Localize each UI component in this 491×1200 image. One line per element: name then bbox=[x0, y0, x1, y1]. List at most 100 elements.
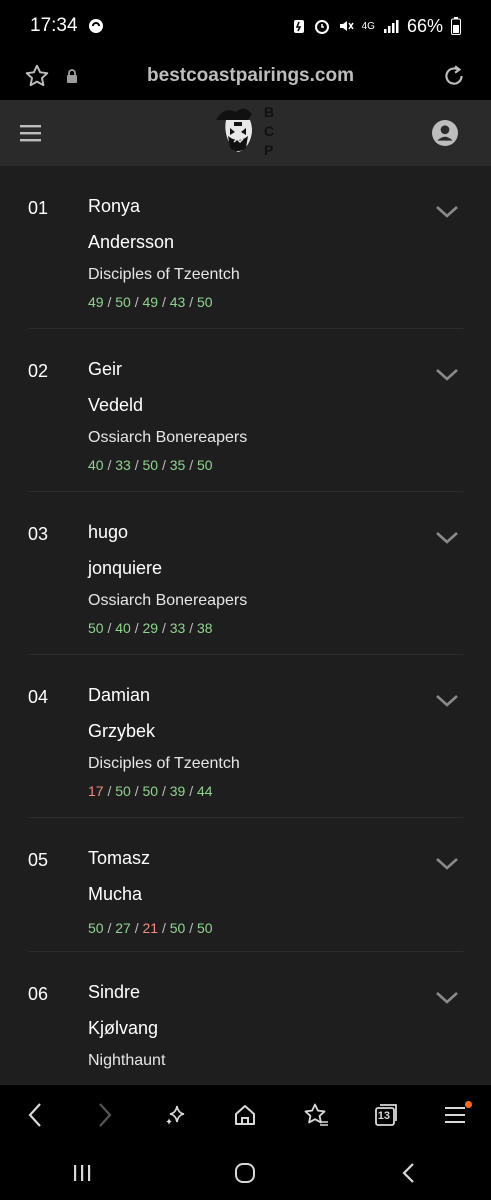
player-round-scores: 40 / 33 / 50 / 35 / 50 bbox=[88, 457, 213, 473]
round-score: 50 bbox=[115, 783, 131, 799]
round-score: 33 bbox=[169, 620, 186, 636]
round-score: 43 bbox=[169, 294, 186, 310]
player-first-name: Tomasz bbox=[88, 848, 151, 868]
player-round-scores: 17 / 50 / 50 / 39 / 44 bbox=[88, 783, 213, 799]
player-rank: 01 bbox=[28, 198, 49, 218]
network-type: 4G bbox=[361, 20, 375, 32]
round-score: 44 bbox=[197, 783, 213, 799]
round-score: 29 bbox=[142, 620, 159, 636]
recent-apps-button[interactable] bbox=[62, 1153, 102, 1193]
player-standings-list: 01 Ronya Andersson Disciples of Tzeentch 49 … bbox=[0, 166, 491, 1085]
url-text[interactable]: bestcoastpairings.com bbox=[80, 65, 441, 87]
chevron-right-icon bbox=[99, 1103, 112, 1127]
round-score: 39 bbox=[169, 783, 186, 799]
address-bar: bestcoastpairings.com bbox=[0, 52, 491, 100]
menu-lines-icon bbox=[444, 1107, 465, 1123]
tab-count: 13 bbox=[377, 1110, 391, 1122]
battery-saver-icon bbox=[293, 20, 304, 33]
status-bar: 17:34 4G 66% bbox=[0, 0, 491, 52]
player-round-scores: 50 / 40 / 29 / 33 / 38 bbox=[88, 620, 213, 636]
battery-icon bbox=[451, 17, 461, 35]
round-score: 27 bbox=[115, 920, 131, 936]
round-score: 40 bbox=[88, 457, 104, 473]
system-nav-bar bbox=[0, 1145, 491, 1200]
player-last-name: Vedeld bbox=[88, 395, 144, 415]
tabs-button[interactable]: 13 bbox=[366, 1095, 406, 1135]
player-rank: 04 bbox=[28, 687, 49, 707]
player-first-name: Sindre bbox=[88, 982, 141, 1002]
logo-letter-b: B bbox=[264, 104, 274, 120]
chevron-left-icon bbox=[28, 1103, 41, 1127]
reload-icon[interactable] bbox=[441, 63, 467, 89]
bookmarks-button[interactable] bbox=[296, 1095, 336, 1135]
player-first-name: Geir bbox=[88, 359, 123, 379]
player-last-name: jonquiere bbox=[88, 558, 163, 578]
bcp-logo[interactable]: B C P bbox=[212, 102, 276, 162]
round-score: 50 bbox=[197, 294, 213, 310]
back-button[interactable] bbox=[15, 1095, 55, 1135]
app-header: B C P bbox=[0, 100, 491, 166]
round-score: 49 bbox=[142, 294, 159, 310]
player-faction: Ossiarch Bonereapers bbox=[88, 592, 248, 609]
player-row[interactable]: 06 Sindre Kjølvang Nighthaunt bbox=[28, 952, 463, 1085]
player-last-name: Andersson bbox=[88, 232, 175, 252]
round-score: 35 bbox=[169, 457, 186, 473]
round-score: 17 bbox=[88, 783, 104, 799]
chevron-down-icon[interactable] bbox=[435, 204, 459, 220]
player-last-name: Kjølvang bbox=[88, 1018, 159, 1038]
player-first-name: Damian bbox=[88, 685, 151, 705]
round-score: 50 bbox=[115, 294, 131, 310]
chevron-down-icon[interactable] bbox=[435, 530, 459, 546]
hamburger-menu-icon[interactable] bbox=[20, 123, 42, 143]
forward-button[interactable] bbox=[85, 1095, 125, 1135]
player-first-name: hugo bbox=[88, 522, 129, 542]
player-rank: 05 bbox=[28, 850, 49, 870]
chevron-down-icon[interactable] bbox=[435, 367, 459, 383]
player-rank: 03 bbox=[28, 524, 49, 544]
round-score: 38 bbox=[197, 620, 213, 636]
round-score: 49 bbox=[88, 294, 104, 310]
player-rank: 06 bbox=[28, 984, 49, 1004]
player-faction: Ossiarch Bonereapers bbox=[88, 429, 248, 446]
round-score: 21 bbox=[142, 920, 159, 936]
player-row[interactable]: 01 Ronya Andersson Disciples of Tzeentch 49 … bbox=[28, 166, 463, 329]
browser-bottom-nav: 13 bbox=[0, 1085, 491, 1145]
player-row[interactable]: 02 Geir Vedeld Ossiarch Bonereapers 40 / 33 … bbox=[28, 329, 463, 492]
battery-percent: 66% bbox=[406, 15, 443, 36]
player-faction: Disciples of Tzeentch bbox=[88, 755, 240, 772]
round-score: 50 bbox=[142, 783, 159, 799]
mute-icon bbox=[339, 21, 354, 31]
recent-apps-icon bbox=[73, 1164, 91, 1181]
signal-icon bbox=[383, 20, 399, 33]
back-arrow-icon bbox=[402, 1162, 414, 1183]
bookmark-star-icon[interactable] bbox=[24, 63, 50, 89]
logo-letter-p: P bbox=[264, 142, 273, 158]
home-button[interactable] bbox=[225, 1095, 265, 1135]
chevron-down-icon[interactable] bbox=[435, 856, 459, 872]
app-notification-icon bbox=[88, 19, 103, 33]
player-round-scores: 50 / 27 / 21 / 50 / 50 bbox=[88, 920, 213, 936]
chevron-down-icon[interactable] bbox=[435, 990, 459, 1006]
player-last-name: Grzybek bbox=[88, 721, 156, 741]
system-home-button[interactable] bbox=[225, 1153, 265, 1193]
assistant-button[interactable] bbox=[155, 1095, 195, 1135]
chevron-down-icon[interactable] bbox=[435, 693, 459, 709]
logo-letter-c: C bbox=[264, 123, 274, 139]
player-faction: Disciples of Tzeentch bbox=[88, 266, 240, 283]
bookmarks-star-icon bbox=[304, 1103, 328, 1126]
menu-button[interactable] bbox=[436, 1095, 476, 1135]
account-icon[interactable] bbox=[432, 120, 458, 146]
home-pill-icon bbox=[235, 1162, 256, 1183]
round-score: 40 bbox=[115, 620, 131, 636]
player-last-name: Mucha bbox=[88, 884, 143, 904]
player-row[interactable]: 05 Tomasz Mucha 50 / 27 / 21 / 50 / 50 bbox=[28, 818, 463, 952]
round-score: 50 bbox=[142, 457, 159, 473]
lock-icon bbox=[67, 69, 77, 83]
player-row[interactable]: 03 hugo jonquiere Ossiarch Bonereapers 50 / … bbox=[28, 492, 463, 655]
round-score: 50 bbox=[169, 920, 186, 936]
player-first-name: Ronya bbox=[88, 196, 141, 216]
player-row[interactable]: 04 Damian Grzybek Disciples of Tzeentch 17 /… bbox=[28, 655, 463, 818]
notification-dot bbox=[464, 1101, 472, 1108]
home-icon bbox=[235, 1105, 256, 1125]
system-back-button[interactable] bbox=[389, 1153, 429, 1193]
